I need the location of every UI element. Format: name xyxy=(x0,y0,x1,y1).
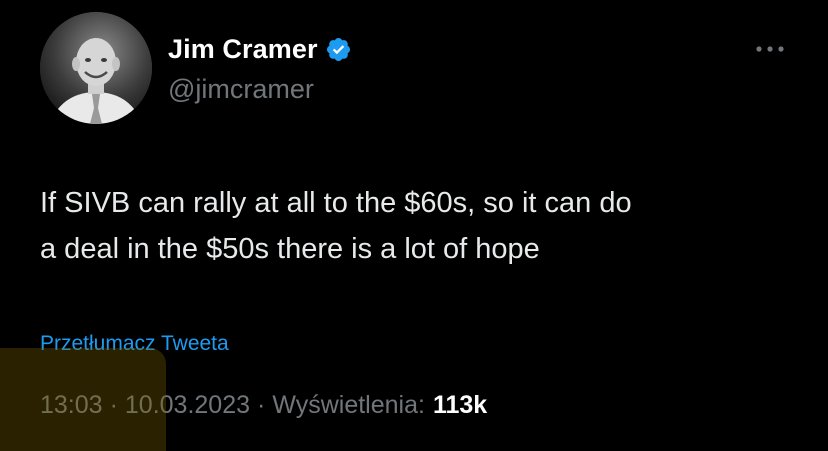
meta-separator: · xyxy=(257,391,266,419)
translate-tweet-link[interactable]: Przetłumacz Tweeta xyxy=(40,332,229,356)
verified-badge-icon[interactable] xyxy=(325,36,352,63)
views-label: Wyświetlenia: xyxy=(272,391,425,419)
tweet-detail: Jim Cramer @jimcramer If SIVB can rally … xyxy=(0,0,828,451)
tweet-date[interactable]: 10.03.2023 xyxy=(125,391,250,420)
tweet-meta: 13:03 · 10.03.2023 · Wyświetlenia: 113k xyxy=(40,391,487,420)
author-display-name[interactable]: Jim Cramer xyxy=(168,34,318,65)
tweet-time[interactable]: 13:03 xyxy=(40,391,103,420)
more-options-button[interactable] xyxy=(750,34,790,64)
avatar-photo xyxy=(40,12,152,124)
more-horizontal-icon xyxy=(756,46,784,52)
views-count[interactable]: 113k xyxy=(433,391,487,420)
avatar[interactable] xyxy=(40,12,152,124)
author-name-row[interactable]: Jim Cramer xyxy=(168,30,352,68)
tweet-text: If SIVB can rally at all to the $60s, so… xyxy=(40,187,632,265)
meta-separator: · xyxy=(109,391,118,419)
author-handle[interactable]: @jimcramer xyxy=(168,74,314,105)
